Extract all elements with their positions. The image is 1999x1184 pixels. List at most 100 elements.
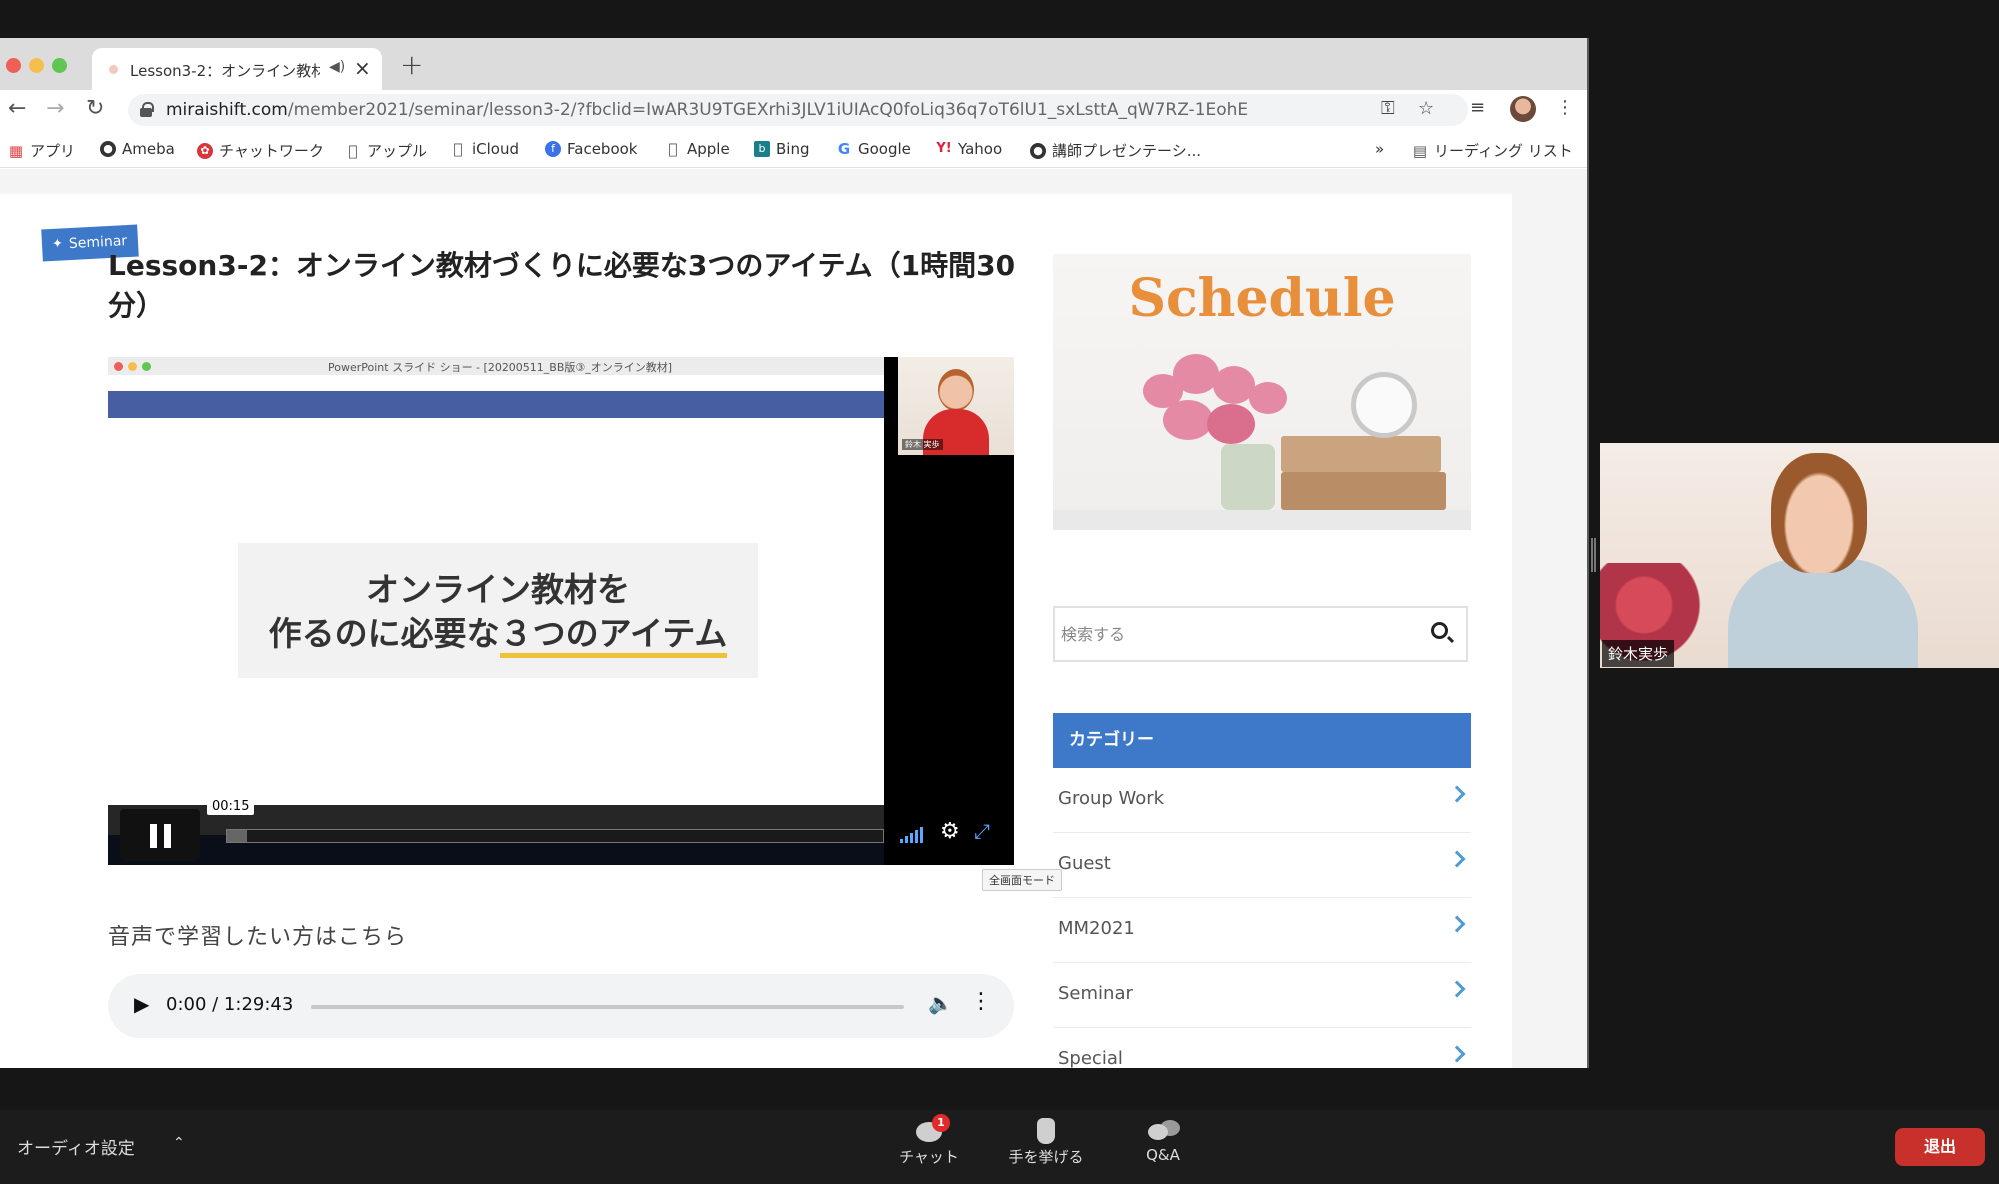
schedule-banner[interactable]: Schedule — [1053, 254, 1471, 530]
raise-hand-button[interactable]: 手を挙げる — [1001, 1118, 1091, 1167]
volume-icon[interactable]: 🔈 — [928, 991, 953, 1015]
chevron-right-icon — [1448, 785, 1466, 803]
bookmark-ameba[interactable]: ● Ameba — [100, 140, 175, 158]
audio-progress-track[interactable] — [311, 1005, 904, 1009]
category-item-seminar[interactable]: Seminar — [1053, 963, 1471, 1028]
browser-tab[interactable]: Lesson3-2：オンライン教材 ◀) × — [92, 48, 382, 90]
bookmark-facebook[interactable]: f Facebook — [545, 140, 637, 158]
url-text[interactable]: miraishift.com/member2021/seminar/lesson… — [166, 100, 1336, 120]
window-dot — [128, 362, 137, 371]
minimize-window-button[interactable] — [29, 58, 44, 73]
forward-icon[interactable]: → — [46, 96, 64, 121]
lock-icon — [140, 102, 154, 117]
video-scrubber[interactable] — [226, 829, 884, 843]
reading-list-button[interactable]: ▤ リーディング リスト — [1412, 140, 1573, 161]
meeting-toolbar: オーディオ設定 ⌃ 1 チャット 手を挙げる Q&A 退出 — [0, 1110, 1999, 1184]
pause-button[interactable] — [120, 809, 200, 861]
key-icon[interactable]: ⚿ — [1381, 98, 1395, 119]
bookmark-chatwork[interactable]: ✿ チャットワーク — [197, 140, 324, 161]
more-options-icon[interactable]: ⋮ — [970, 989, 992, 1014]
schedule-banner-title: Schedule — [1128, 268, 1396, 329]
star-icon[interactable]: ☆ — [1418, 98, 1434, 119]
category-heading: カテゴリー — [1053, 713, 1471, 768]
raise-hand-label: 手を挙げる — [1008, 1148, 1084, 1166]
bookmarks-overflow-button[interactable]: » — [1375, 140, 1384, 158]
close-tab-icon[interactable]: × — [354, 56, 371, 80]
omnibox[interactable]: miraishift.com/member2021/seminar/lesson… — [128, 94, 1468, 126]
speaker-name: 鈴木実歩 — [1602, 640, 1675, 667]
back-icon[interactable]: ← — [8, 96, 26, 121]
bookmark-yahoo[interactable]: Y! Yahoo — [936, 140, 1002, 158]
hand-icon — [1031, 1118, 1061, 1144]
gear-icon[interactable]: ⚙ — [940, 819, 960, 844]
slide-line-1: オンライン教材を — [366, 570, 630, 609]
address-bar: ← → ↻ miraishift.com/member2021/seminar/… — [0, 90, 1587, 130]
chevron-right-icon — [1448, 850, 1466, 868]
pause-icon — [150, 824, 157, 848]
speaker-head — [1771, 453, 1867, 573]
book-image — [1281, 436, 1441, 472]
chat-button[interactable]: 1 チャット — [884, 1114, 974, 1167]
favicon-icon — [109, 65, 118, 74]
chevron-right-icon — [1448, 980, 1466, 998]
web-page: ✦ Seminar Lesson3-2：オンライン教材づくりに必要な3つのアイテ… — [0, 169, 1587, 1068]
pause-icon — [164, 824, 171, 848]
content-card: ✦ Seminar Lesson3-2：オンライン教材づくりに必要な3つのアイテ… — [0, 194, 1512, 1068]
facebook-icon: f — [545, 141, 561, 157]
search-icon[interactable] — [1431, 622, 1448, 639]
audio-time: 0:00 / 1:29:43 — [166, 994, 294, 1015]
window-dot — [142, 362, 151, 371]
bing-icon: b — [754, 141, 770, 157]
close-window-button[interactable] — [6, 58, 21, 73]
slide-highlight: ３つのアイテム — [499, 614, 728, 658]
category-item-group-work[interactable]: Group Work — [1053, 768, 1471, 833]
slide-text-box: オンライン教材を 作るのに必要な３つのアイテム — [238, 543, 758, 678]
video-player[interactable]: PowerPoint スライド ショー - [20200511_BB版③_オンラ… — [108, 357, 1014, 865]
search-input[interactable] — [1061, 614, 1401, 654]
tab-title: Lesson3-2：オンライン教材 — [130, 62, 320, 80]
video-window-title: PowerPoint スライド ショー - [20200511_BB版③_オンラ… — [328, 361, 673, 374]
category-list: Group Work Guest MM2021 Seminar Special — [1053, 768, 1471, 1068]
slide-header-band — [108, 391, 884, 418]
reload-icon[interactable]: ↻ — [86, 96, 104, 121]
reading-list-icon: ▤ — [1412, 141, 1428, 160]
chevron-up-icon[interactable]: ⌃ — [173, 1135, 185, 1151]
speaker-mute-icon[interactable]: ◀) — [329, 59, 345, 75]
category-item-mm2021[interactable]: MM2021 — [1053, 898, 1471, 963]
reading-queue-icon[interactable]: ≡ — [1470, 97, 1485, 118]
audio-settings-button[interactable]: オーディオ設定 — [17, 1134, 135, 1159]
bookmark-apple-jp[interactable]: アップル — [345, 140, 427, 161]
split-view-handle[interactable] — [1591, 538, 1596, 572]
bookmark-apple[interactable]: Apple — [665, 140, 729, 158]
bookmark-apps[interactable]: ▦ アプリ — [8, 140, 75, 161]
chatwork-icon: ✿ — [197, 142, 213, 159]
bookmark-bing[interactable]: b Bing — [754, 140, 810, 158]
volume-bars-icon[interactable] — [900, 827, 923, 843]
audio-player[interactable]: ▶ 0:00 / 1:29:43 🔈 ⋮ — [108, 974, 1014, 1038]
presenter-label: 鈴木 実歩 — [902, 439, 943, 450]
chevron-right-icon — [1448, 915, 1466, 933]
fullscreen-tooltip: 全画面モード — [982, 869, 1062, 891]
fullscreen-icon[interactable]: ⤢ — [974, 819, 990, 843]
profile-avatar[interactable] — [1510, 96, 1536, 122]
category-item-guest[interactable]: Guest — [1053, 833, 1471, 898]
apps-grid-icon: ▦ — [8, 141, 24, 160]
globe-icon: ● — [100, 141, 116, 157]
bookmark-google[interactable]: G Google — [836, 140, 911, 158]
category-label: Seminar — [1058, 983, 1133, 1004]
category-item-special[interactable]: Special — [1053, 1028, 1471, 1068]
apple-icon:  — [345, 143, 361, 159]
qa-button[interactable]: Q&A — [1118, 1118, 1208, 1164]
video-progress-fill — [227, 830, 247, 842]
book-image — [1281, 472, 1446, 510]
play-icon[interactable]: ▶ — [134, 992, 149, 1016]
bookmark-icloud[interactable]: iCloud — [450, 140, 519, 158]
browser-menu-icon[interactable]: ⋮ — [1556, 97, 1574, 118]
audio-prompt: 音声で学習したい方はこちら — [108, 925, 408, 950]
yahoo-icon: Y! — [936, 141, 952, 156]
speaker-video[interactable]: 鈴木実歩 — [1600, 443, 1999, 668]
bookmark-presentation[interactable]: ● 講師プレゼンテーシ... — [1030, 140, 1201, 161]
new-tab-button[interactable]: + — [400, 48, 423, 81]
leave-button[interactable]: 退出 — [1895, 1128, 1985, 1166]
maximize-window-button[interactable] — [52, 58, 67, 73]
